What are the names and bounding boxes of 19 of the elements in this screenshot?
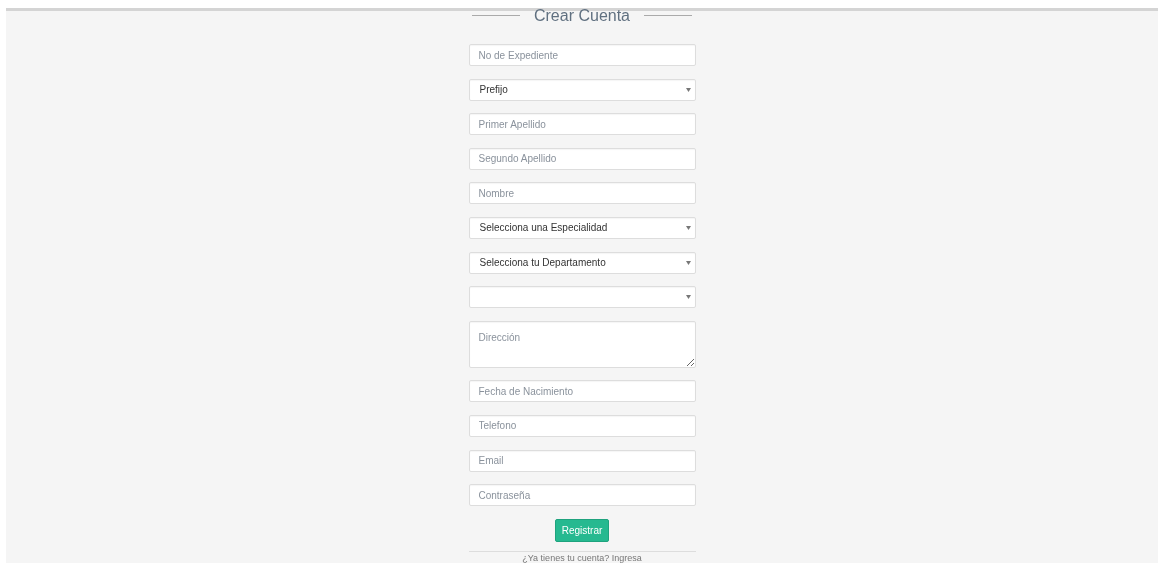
select-dropdown[interactable]: Prefijo [468, 78, 696, 101]
caret-icon [685, 225, 691, 230]
caret-icon [685, 295, 691, 300]
input-field[interactable]: Fecha de Nacimiento [468, 380, 696, 403]
input-field[interactable]: No de Expediente [468, 44, 696, 66]
input-field[interactable]: Nombre [468, 182, 696, 205]
input-field[interactable]: Telefono [468, 414, 696, 437]
login-link[interactable]: ¿Ya tienes tu cuenta? Ingresa [468, 553, 696, 563]
select-dropdown[interactable]: Selecciona tu Departamento [468, 251, 696, 274]
select-dropdown[interactable]: Selecciona una Especialidad [468, 216, 696, 239]
select-dropdown[interactable] [468, 286, 696, 309]
input-field[interactable]: Primer Apellido [468, 113, 696, 136]
caret-icon [685, 260, 691, 265]
input-field[interactable]: Contraseña [468, 484, 696, 507]
form-title: Crear Cuenta [533, 6, 630, 25]
input-field[interactable]: Email [468, 449, 696, 472]
textarea-field[interactable]: Dirección [468, 320, 696, 368]
caret-icon [685, 87, 691, 92]
input-field[interactable]: Segundo Apellido [468, 147, 696, 170]
